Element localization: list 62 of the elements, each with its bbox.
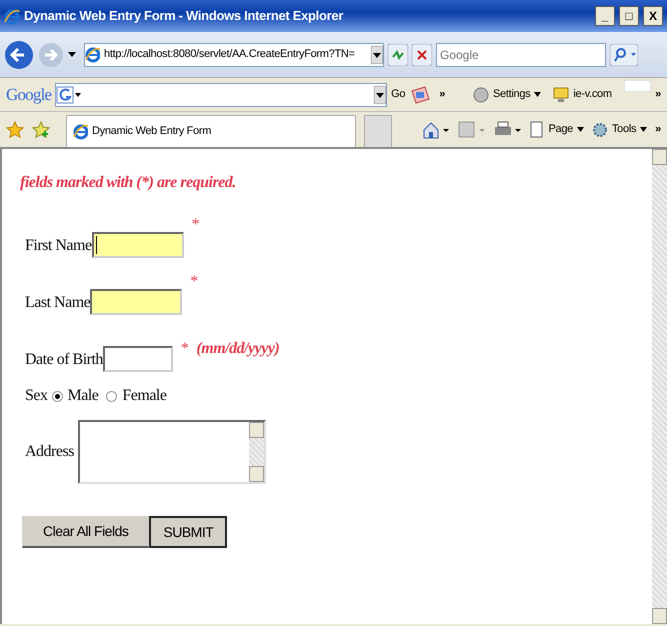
- add-favorite-icon[interactable]: [32, 120, 50, 138]
- toolbar-icon[interactable]: [409, 84, 432, 104]
- tools-menu-button[interactable]: Tools: [592, 121, 648, 138]
- required-asterisk: *: [192, 215, 200, 235]
- required-asterisk: *: [190, 272, 198, 292]
- caret-icon: [534, 92, 542, 97]
- text-field[interactable]: [102, 346, 173, 372]
- caret-icon[interactable]: [68, 52, 76, 58]
- overflow-button[interactable]: »: [655, 86, 661, 103]
- page-menu-button[interactable]: Page: [530, 121, 584, 138]
- stop-icon[interactable]: [412, 44, 432, 66]
- more-button[interactable]: »: [439, 86, 446, 103]
- page-scrollbar[interactable]: [652, 149, 667, 624]
- text-field[interactable]: [90, 289, 182, 315]
- overflow-button[interactable]: »: [655, 121, 661, 138]
- google-g-icon[interactable]: [56, 86, 82, 104]
- browser-logo-icon: [4, 8, 20, 24]
- option-label: Female: [122, 386, 166, 406]
- form-button[interactable]: SUBMIT: [149, 516, 228, 548]
- field-label: Sex: [25, 386, 48, 406]
- home-icon[interactable]: [422, 120, 450, 138]
- address-field[interactable]: [78, 420, 266, 484]
- settings-button[interactable]: Settings: [473, 86, 542, 103]
- window-control-button[interactable]: X: [643, 6, 663, 26]
- google-logo: Google: [6, 84, 52, 106]
- required-asterisk: *: [180, 339, 188, 359]
- window-title: Dynamic Web Entry Form - Windows Internet Explorer: [24, 7, 344, 26]
- field-label: Address: [25, 442, 74, 462]
- caret-icon: [576, 127, 584, 132]
- page-icon: [85, 46, 100, 63]
- back-icon[interactable]: [4, 40, 34, 70]
- go-button[interactable]: Go: [391, 86, 406, 103]
- form-button[interactable]: Clear All Fields: [22, 516, 150, 548]
- radio-button[interactable]: [52, 390, 62, 402]
- address-field[interactable]: http://localhost:8080/servlet/AA.CreateEntryForm?TN=: [84, 42, 384, 66]
- page-icon: [530, 121, 544, 138]
- field-label: Date of Birth: [25, 350, 103, 370]
- field-label: First Name: [25, 236, 92, 256]
- text-field[interactable]: [92, 232, 184, 258]
- window-control-button[interactable]: □: [619, 6, 639, 26]
- option-label: Male: [68, 386, 98, 406]
- site-link[interactable]: ie-v.com: [553, 86, 612, 103]
- refresh-icon[interactable]: [388, 44, 408, 66]
- toolbar-field[interactable]: [624, 80, 652, 92]
- monitor-icon: [553, 86, 570, 102]
- radio-button[interactable]: [106, 390, 118, 402]
- browser-tab[interactable]: Dynamic Web Entry Form: [66, 115, 356, 147]
- window-control-button[interactable]: _: [595, 6, 615, 26]
- toolbar-search-field[interactable]: [55, 82, 388, 106]
- dropdown-icon[interactable]: [374, 86, 386, 104]
- star-icon[interactable]: [6, 120, 24, 138]
- search-icon[interactable]: [610, 44, 638, 66]
- dropdown-icon[interactable]: [371, 46, 383, 64]
- scrollbar[interactable]: [248, 422, 264, 482]
- page-icon: [73, 123, 88, 140]
- gear-icon: [473, 86, 490, 102]
- gear-icon: [592, 122, 608, 138]
- search-field[interactable]: Google: [436, 42, 606, 66]
- format-hint: (mm/dd/yyyy): [196, 339, 280, 359]
- caret-icon: [640, 127, 648, 132]
- field-label: Last Name: [25, 293, 90, 313]
- required-note: fields marked with (*) are required.: [20, 173, 237, 193]
